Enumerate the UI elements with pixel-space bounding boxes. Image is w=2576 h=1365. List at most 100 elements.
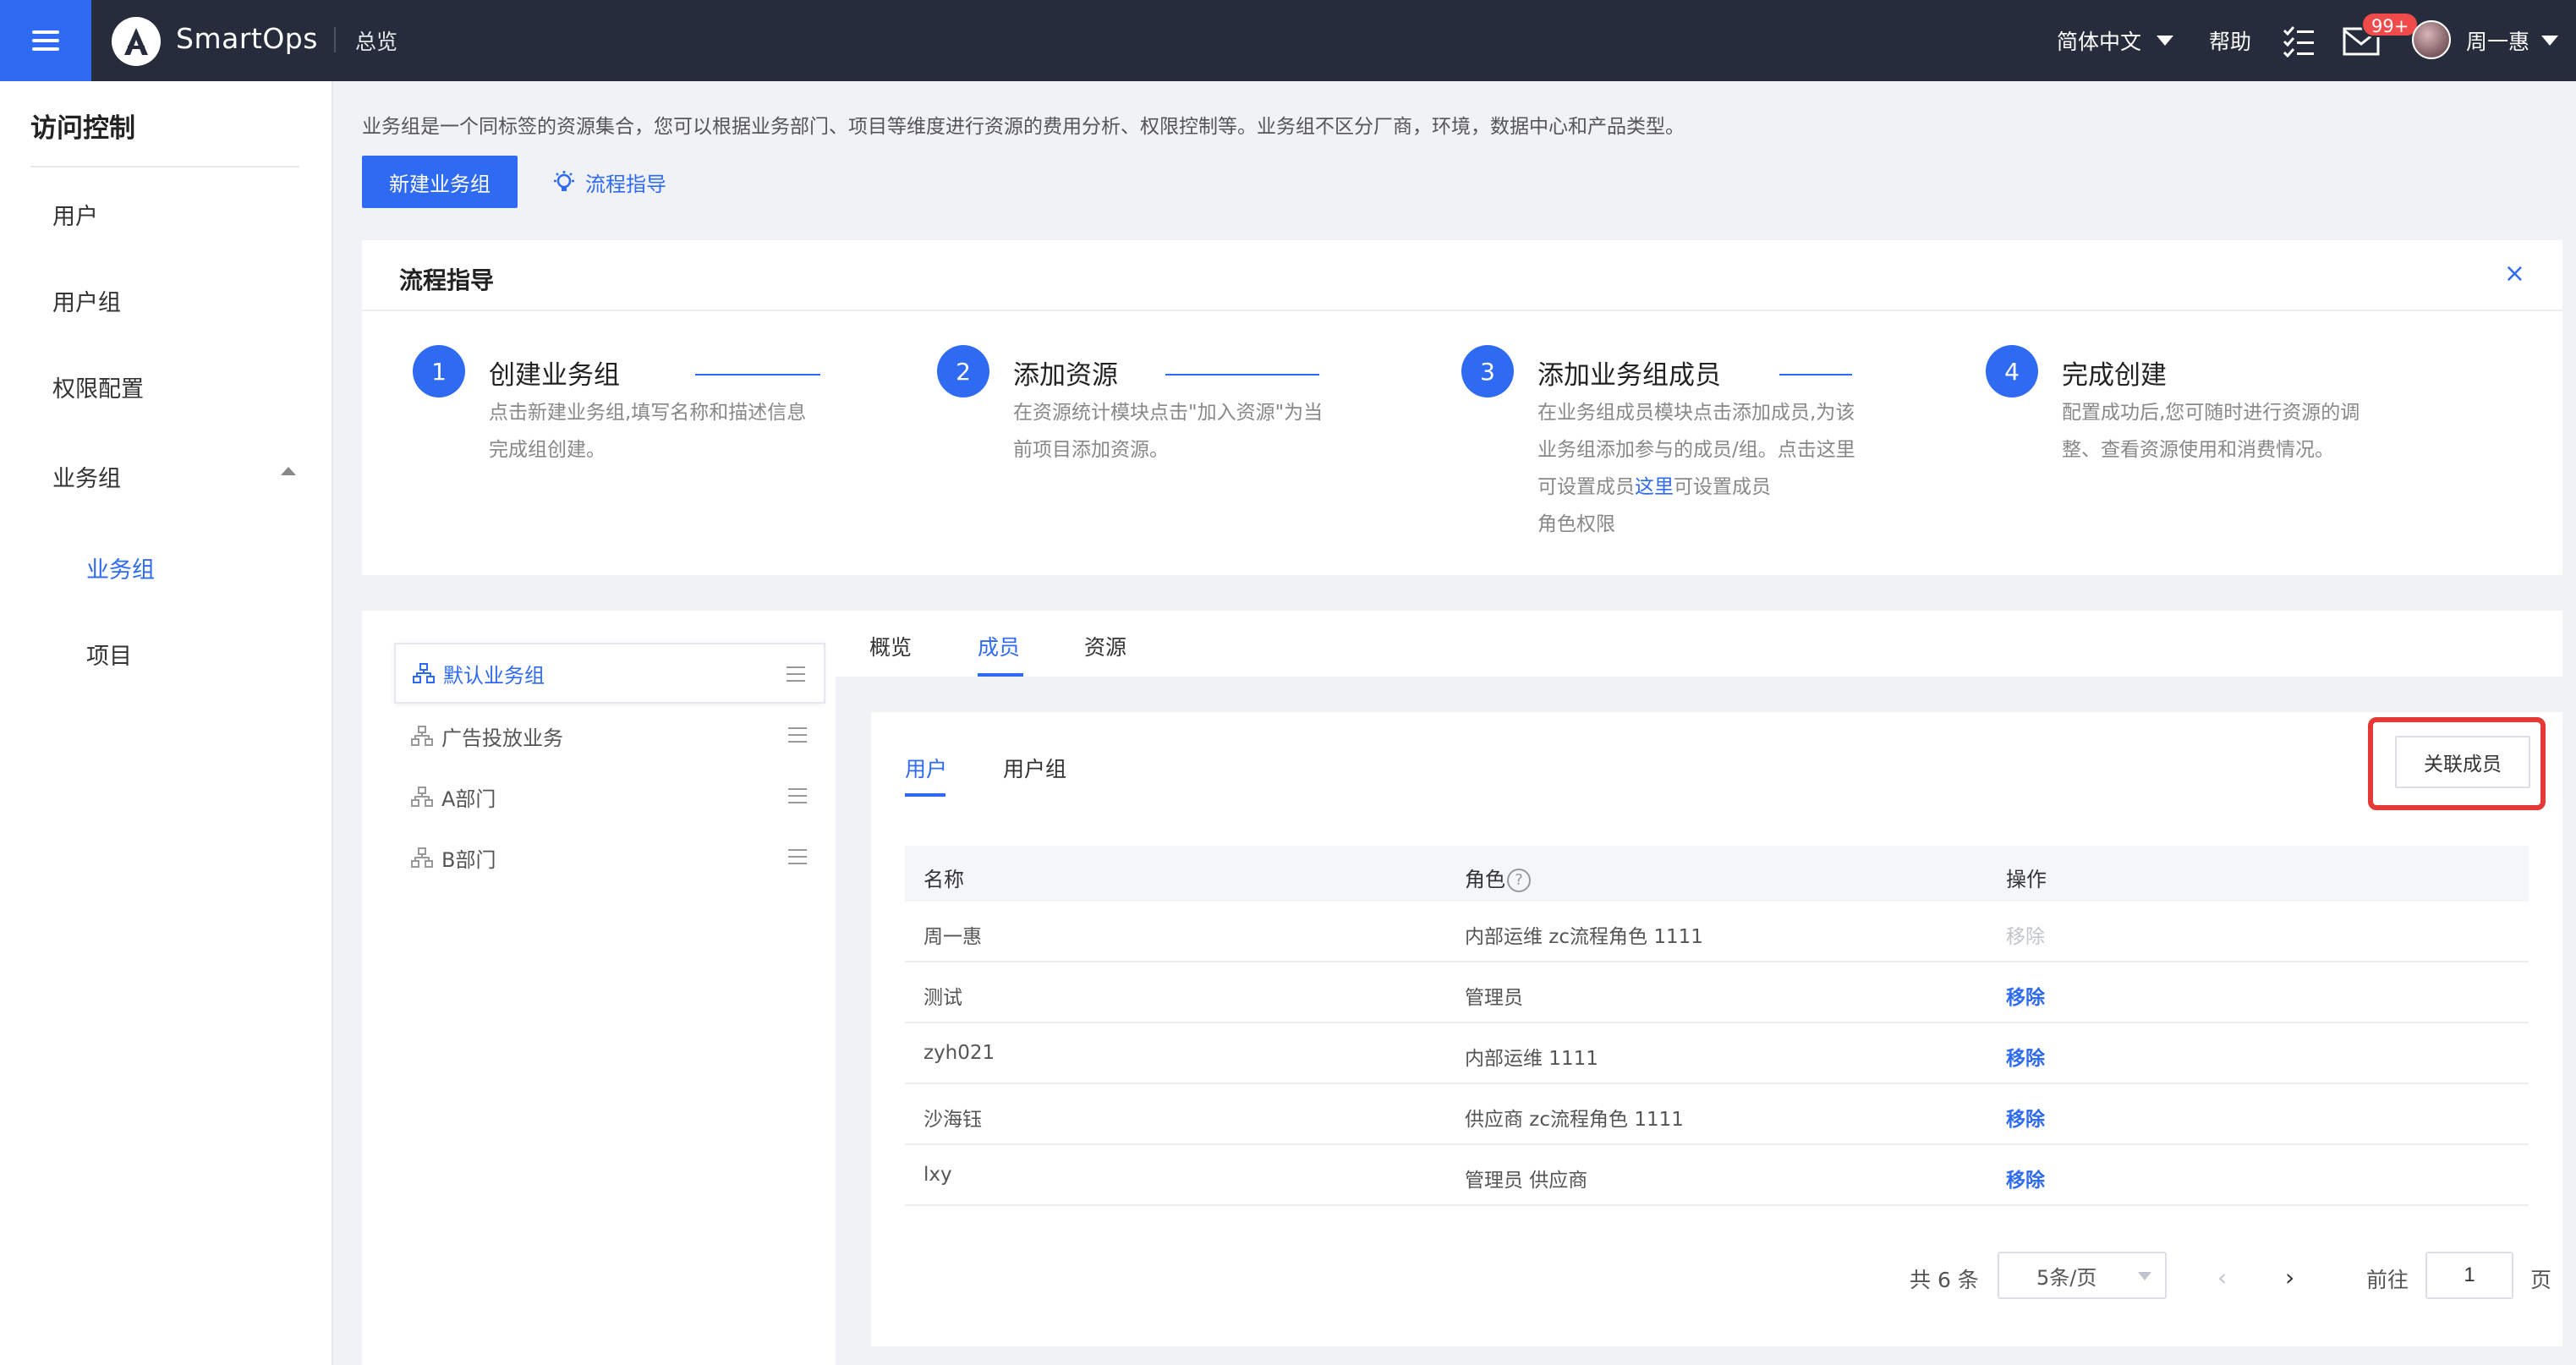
menu-toggle-button[interactable] — [0, 0, 91, 81]
drag-handle-icon[interactable] — [788, 727, 807, 743]
total-count: 共 6 条 — [1910, 1268, 1979, 1292]
overview-link[interactable]: 总览 — [355, 25, 397, 56]
avatar[interactable] — [2412, 20, 2451, 59]
help-icon[interactable]: ? — [1507, 869, 1531, 892]
active-tab-indicator — [978, 673, 1023, 677]
tab-resources[interactable]: 资源 — [1084, 631, 1126, 661]
here-link[interactable]: 这里 — [1635, 476, 1674, 498]
page-size-select[interactable]: 5条/页 — [1998, 1252, 2167, 1299]
group-item[interactable]: 广告投放业务 — [394, 705, 825, 766]
step-title: 创建业务组 — [489, 360, 620, 391]
page-number-input[interactable] — [2425, 1252, 2513, 1299]
username-label: 周一惠 — [2466, 30, 2530, 54]
sidebar: 访问控制 用户 用户组 权限配置 业务组 业务组 项目 — [0, 81, 333, 1365]
table-row: 测试 管理员 移除 — [905, 962, 2529, 1023]
member-role: 供应商 zc流程角色 1111 — [1465, 1109, 1684, 1131]
subtab-user-groups[interactable]: 用户组 — [1003, 753, 1066, 783]
member-name: 测试 — [924, 987, 962, 1009]
page-suffix-label: 页 — [2530, 1268, 2552, 1292]
step-title: 完成创建 — [2062, 360, 2167, 391]
help-link[interactable]: 帮助 — [2209, 25, 2251, 56]
smartops-logo-icon — [112, 17, 161, 66]
step-text-fragment: 可设置成员 — [1674, 476, 1771, 498]
step-title: 添加资源 — [1013, 360, 1118, 391]
checklist-icon[interactable] — [2282, 25, 2316, 58]
step-description: 在资源统计模块点击"加入资源"为当 前项目添加资源。 — [1013, 394, 1323, 469]
group-label: 广告投放业务 — [441, 726, 563, 750]
members-table: 名称 角色? 操作 周一惠 内部运维 zc流程角色 1111 移除 测试 管理员 移除 zy… — [905, 846, 2529, 1206]
process-guide-link[interactable]: 流程指导 — [551, 167, 666, 197]
remove-button[interactable]: 移除 — [2006, 1103, 2045, 1132]
group-item[interactable]: B部门 — [394, 827, 825, 888]
page-size-label: 5条/页 — [2036, 1265, 2097, 1290]
remove-button[interactable]: 移除 — [2006, 1164, 2045, 1192]
tab-overview[interactable]: 概览 — [869, 631, 912, 661]
table-row: 沙海钰 供应商 zc流程角色 1111 移除 — [905, 1084, 2529, 1145]
sidebar-title: 访问控制 — [30, 113, 135, 144]
members-card: 用户 用户组 关联成员 名称 角色? 操作 周一惠 内部运维 zc流程角色 111… — [871, 712, 2562, 1346]
step-text-line: 点击新建业务组,填写名称和描述信息 — [489, 402, 807, 424]
top-navbar: SmartOps 总览 简体中文 帮助 99+ 周一惠 — [0, 0, 2576, 81]
tab-members[interactable]: 成员 — [978, 631, 1020, 661]
subtab-users[interactable]: 用户 — [905, 753, 947, 783]
sidebar-item-permissions[interactable]: 权限配置 — [52, 370, 144, 403]
step-description: 点击新建业务组,填写名称和描述信息 完成组创建。 — [489, 394, 806, 469]
drag-handle-icon[interactable] — [787, 666, 805, 682]
step-number: 1 — [413, 345, 465, 397]
chevron-up-icon[interactable] — [281, 467, 296, 475]
org-tree-icon — [411, 787, 433, 807]
column-header-role-label: 角色 — [1465, 868, 1505, 891]
tabs-bar: 概览 成员 资源 — [836, 611, 2562, 677]
group-item[interactable]: A部门 — [394, 766, 825, 827]
language-selector[interactable]: 简体中文 — [2057, 25, 2174, 56]
table-row: zyh021 内部运维 1111 移除 — [905, 1023, 2529, 1084]
step-connector — [1779, 374, 1852, 376]
associate-members-button[interactable]: 关联成员 — [2395, 736, 2530, 788]
chevron-down-icon — [2138, 1272, 2151, 1280]
sidebar-item-business-groups[interactable]: 业务组 — [52, 460, 121, 493]
sidebar-subitem-business-group[interactable]: 业务组 — [86, 551, 155, 584]
guide-title: 流程指导 — [399, 266, 495, 294]
step-title: 添加业务组成员 — [1537, 360, 1721, 391]
table-header: 名称 角色? 操作 — [905, 846, 2529, 902]
page-description: 业务组是一个同标签的资源集合，您可以根据业务部门、项目等维度进行资源的费用分析、… — [362, 116, 1685, 138]
remove-button[interactable]: 移除 — [2006, 1042, 2045, 1071]
active-subtab-indicator — [905, 793, 945, 797]
sidebar-item-user-groups[interactable]: 用户组 — [52, 284, 121, 317]
new-business-group-button[interactable]: 新建业务组 — [362, 156, 518, 208]
user-menu[interactable]: 周一惠 — [2466, 25, 2559, 56]
sidebar-subitem-project[interactable]: 项目 — [86, 638, 132, 671]
step-text-line: 整、查看资源使用和消费情况。 — [2062, 439, 2334, 461]
step-text-line: 配置成功后,您可随时进行资源的调 — [2062, 402, 2360, 424]
chevron-down-icon — [2541, 36, 2559, 46]
step-connector — [695, 374, 820, 376]
table-row: 周一惠 内部运维 zc流程角色 1111 移除 — [905, 902, 2529, 962]
step-text-line: 业务组添加参与的成员/组。点击这里 — [1537, 439, 1855, 461]
step-number: 3 — [1461, 345, 1514, 397]
drag-handle-icon[interactable] — [788, 788, 807, 803]
guide-header: 流程指导 × — [362, 240, 2562, 311]
member-role: 管理员 — [1465, 987, 1523, 1009]
remove-button[interactable]: 移除 — [2006, 920, 2045, 949]
group-label: 默认业务组 — [443, 663, 545, 688]
hamburger-icon — [32, 30, 59, 51]
remove-button[interactable]: 移除 — [2006, 981, 2045, 1010]
step-text-line: 在业务组成员模块点击添加成员,为该 — [1537, 402, 1855, 424]
prev-page-icon[interactable]: ‹ — [2217, 1264, 2227, 1291]
org-tree-icon — [413, 663, 435, 683]
drag-handle-icon[interactable] — [788, 849, 807, 864]
language-label: 简体中文 — [2057, 30, 2142, 54]
group-item-default[interactable]: 默认业务组 — [394, 643, 825, 704]
next-page-icon[interactable]: › — [2285, 1264, 2294, 1291]
group-label: A部门 — [441, 787, 496, 811]
close-icon[interactable]: × — [2504, 259, 2525, 288]
step-connector — [1165, 374, 1319, 376]
process-guide-card: 流程指导 × 1 创建业务组 点击新建业务组,填写名称和描述信息 完成组创建。 … — [362, 240, 2562, 575]
step-text-line: 可设置成员这里可设置成员 — [1537, 469, 1855, 506]
column-header-name: 名称 — [924, 868, 964, 891]
step-number: 4 — [1986, 345, 2038, 397]
step-number: 2 — [937, 345, 989, 397]
step-description: 配置成功后,您可随时进行资源的调 整、查看资源使用和消费情况。 — [2062, 394, 2360, 469]
sidebar-item-users[interactable]: 用户 — [52, 198, 98, 231]
chevron-down-icon — [2157, 36, 2174, 46]
